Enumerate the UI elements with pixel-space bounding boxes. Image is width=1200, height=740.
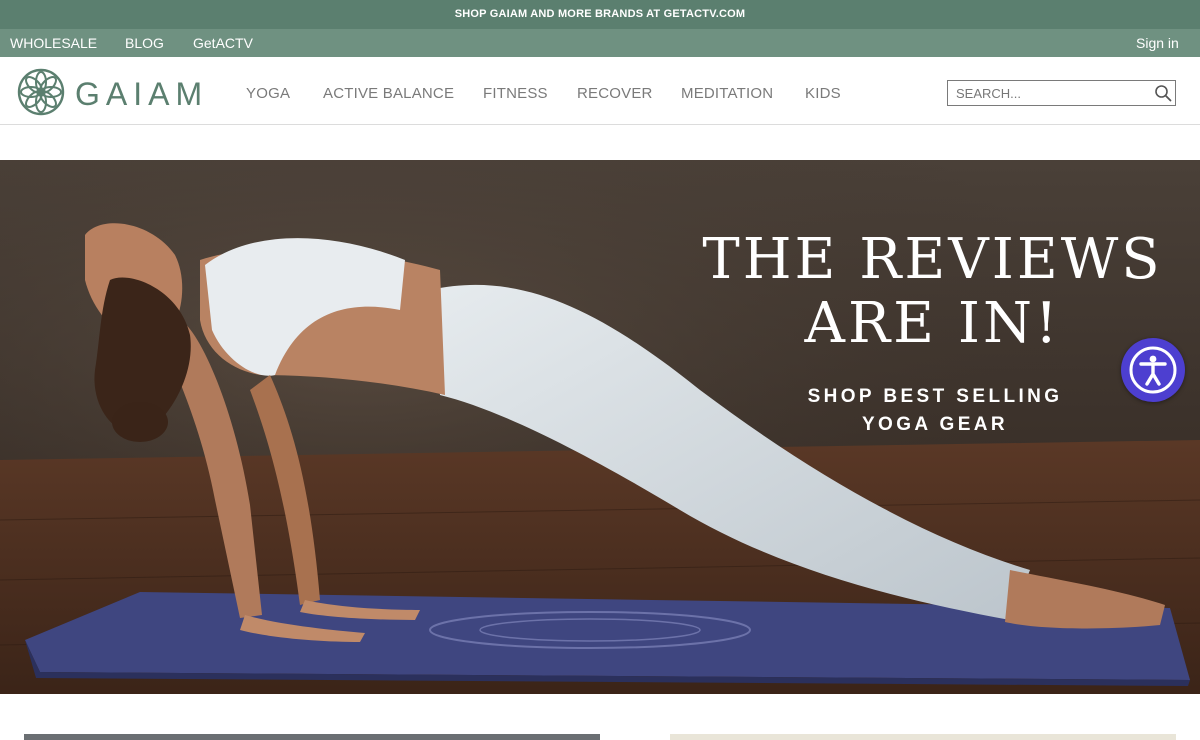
hero-headline-line-1[interactable]: THE REVIEWS (700, 228, 1165, 292)
nav-kids[interactable]: KIDS (805, 85, 841, 103)
hero-cta-line-1[interactable]: SHOP BEST SELLING (790, 383, 1080, 411)
nav-recover[interactable]: RECOVER (577, 85, 653, 103)
hero-headline[interactable]: THE REVIEWS ARE IN! (700, 228, 1165, 356)
getactv-link[interactable]: GetACTV (193, 29, 253, 57)
promo-tile-left[interactable] (24, 734, 600, 740)
hero-cta-line-2[interactable]: YOGA GEAR (790, 411, 1080, 439)
sign-in-link[interactable]: Sign in (1136, 29, 1179, 57)
gaiam-logo[interactable]: GAIAM (17, 68, 207, 118)
nav-fitness[interactable]: FITNESS (483, 85, 548, 103)
utility-bar: WHOLESALE BLOG GetACTV Sign in (0, 29, 1200, 57)
promo-banner-text[interactable]: SHOP GAIAM AND MORE BRANDS AT GETACTV.CO… (455, 8, 746, 20)
promo-tile-right[interactable] (670, 734, 1176, 740)
site-header: GAIAM YOGA ACTIVE BALANCE FITNESS RECOVE… (0, 57, 1200, 125)
logo-wordmark[interactable]: GAIAM (75, 74, 208, 114)
nav-active-balance[interactable]: ACTIVE BALANCE (323, 85, 454, 103)
accessibility-icon (1129, 346, 1177, 394)
search-box[interactable] (947, 80, 1176, 106)
search-input[interactable] (956, 84, 1146, 102)
hero-cta[interactable]: SHOP BEST SELLING YOGA GEAR (790, 383, 1080, 439)
promo-banner[interactable]: SHOP GAIAM AND MORE BRANDS AT GETACTV.CO… (0, 0, 1200, 29)
gaiam-flower-logo-icon (17, 68, 65, 116)
hero-headline-line-2[interactable]: ARE IN! (700, 292, 1165, 356)
wholesale-link[interactable]: WHOLESALE (10, 29, 97, 57)
blog-link[interactable]: BLOG (125, 29, 164, 57)
nav-meditation[interactable]: MEDITATION (681, 85, 773, 103)
accessibility-button[interactable] (1121, 338, 1185, 402)
nav-yoga[interactable]: YOGA (246, 85, 290, 103)
search-icon[interactable] (1154, 84, 1172, 102)
